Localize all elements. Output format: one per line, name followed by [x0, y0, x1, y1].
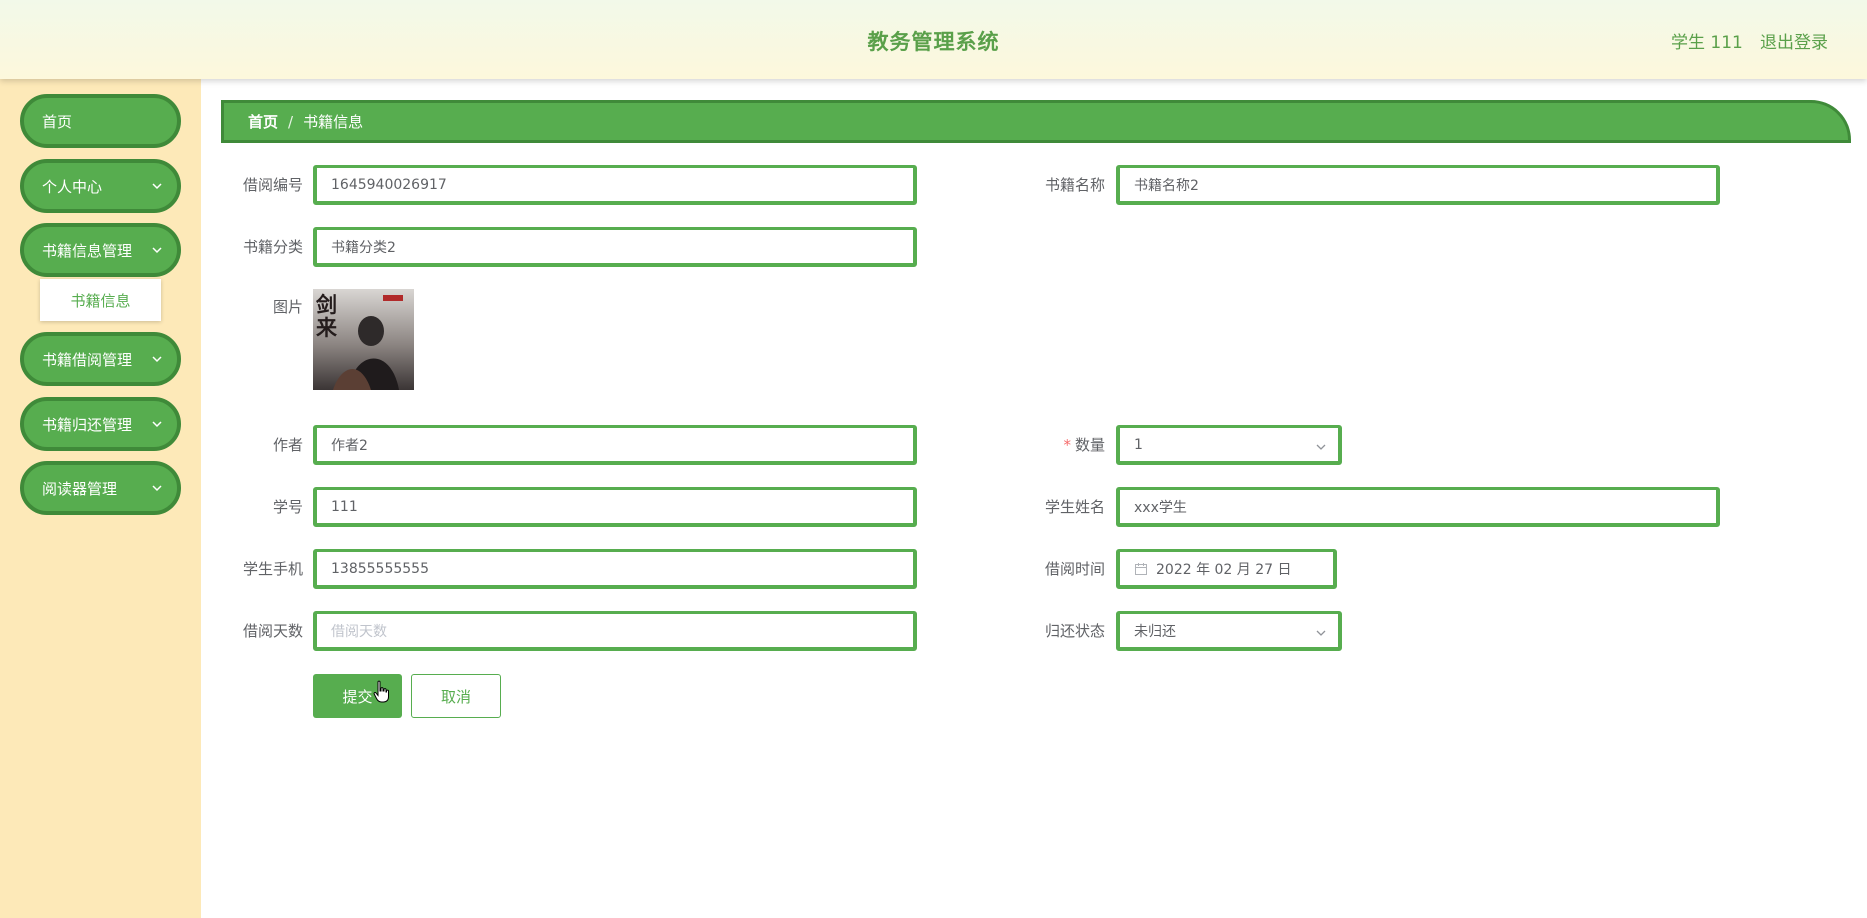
breadcrumb-separator: / [288, 112, 294, 131]
quantity-value: 1 [1134, 436, 1143, 453]
student-name-input[interactable]: xxx学生 [1116, 487, 1720, 527]
student-no-label: 学号 [272, 498, 303, 516]
sidebar-subitem-book-info[interactable]: 书籍信息 [40, 279, 161, 321]
cover-text: 剑来 [316, 292, 337, 340]
phone-input[interactable]: 13855555555 [313, 549, 917, 589]
chevron-down-icon [152, 421, 162, 428]
category-input[interactable]: 书籍分类2 [313, 227, 917, 267]
return-status-value: 未归还 [1134, 623, 1176, 640]
cancel-button[interactable]: 取消 [411, 674, 501, 718]
borrow-days-input[interactable]: 借阅天数 [313, 611, 917, 651]
sidebar-item-label: 书籍归还管理 [42, 415, 133, 434]
current-user: 学生 111 [1671, 33, 1743, 53]
sidebar-item-label: 书籍信息管理 [42, 241, 133, 260]
sidebar-item-label: 阅读器管理 [42, 479, 118, 498]
chevron-down-icon [152, 183, 162, 190]
logout-link[interactable]: 退出登录 [1760, 28, 1828, 53]
quantity-label: * 数量 [995, 425, 1105, 465]
chevron-down-icon [1316, 444, 1326, 450]
hand-cursor-icon [373, 680, 389, 703]
student-name-label: 学生姓名 [1044, 498, 1105, 516]
borrow-no-input[interactable]: 1645940026917 [313, 165, 917, 205]
borrow-time-date-picker[interactable]: 2022 年 02 月 27 日 [1116, 549, 1337, 589]
return-status-label: 归还状态 [1044, 622, 1105, 640]
book-name-label: 书籍名称 [1044, 176, 1105, 194]
sidebar-item-reader-management[interactable]: 阅读器管理 [20, 461, 181, 515]
app-title: 教务管理系统 [867, 30, 1000, 54]
chevron-down-icon [152, 247, 162, 254]
book-name-input[interactable]: 书籍名称2 [1116, 165, 1720, 205]
book-cover-image: 剑来 [313, 289, 414, 390]
top-bar: 教务管理系统 学生 111 退出登录 [0, 0, 1867, 79]
return-status-select[interactable]: 未归还 [1116, 611, 1342, 651]
breadcrumb-home[interactable]: 首页 [248, 111, 278, 132]
calendar-icon [1135, 562, 1147, 575]
chevron-down-icon [152, 356, 162, 363]
sidebar-item-home[interactable]: 首页 [20, 94, 181, 148]
image-label: 图片 [272, 298, 303, 316]
borrow-time-label: 借阅时间 [1044, 560, 1105, 578]
chevron-down-icon [1316, 630, 1326, 636]
sidebar-item-borrow-management[interactable]: 书籍借阅管理 [20, 332, 181, 386]
sidebar-item-label: 个人中心 [42, 177, 103, 196]
sidebar-item-personal-center[interactable]: 个人中心 [20, 159, 181, 213]
chevron-down-icon [152, 485, 162, 492]
quantity-label-text: 数量 [1074, 436, 1105, 454]
sidebar: 首页 个人中心 书籍信息管理 书籍信息 书籍借阅管理 书籍归还管理 阅读器管理 [0, 79, 201, 918]
breadcrumb-current: 书籍信息 [303, 113, 364, 131]
borrow-no-label: 借阅编号 [242, 176, 303, 194]
sidebar-item-label: 书籍借阅管理 [42, 350, 133, 369]
borrow-days-label: 借阅天数 [242, 622, 303, 640]
student-no-input[interactable]: 111 [313, 487, 917, 527]
breadcrumb: 首页 / 书籍信息 [221, 100, 1851, 143]
phone-label: 学生手机 [242, 560, 303, 578]
category-label: 书籍分类 [242, 238, 303, 256]
sidebar-item-return-management[interactable]: 书籍归还管理 [20, 397, 181, 451]
author-label: 作者 [272, 436, 303, 454]
required-mark: * [1063, 436, 1071, 454]
sidebar-item-book-info-management[interactable]: 书籍信息管理 [20, 223, 181, 277]
author-input[interactable]: 作者2 [313, 425, 917, 465]
sidebar-item-label: 首页 [42, 112, 73, 131]
quantity-select[interactable]: 1 [1116, 425, 1342, 465]
borrow-time-value: 2022 年 02 月 27 日 [1156, 561, 1292, 578]
